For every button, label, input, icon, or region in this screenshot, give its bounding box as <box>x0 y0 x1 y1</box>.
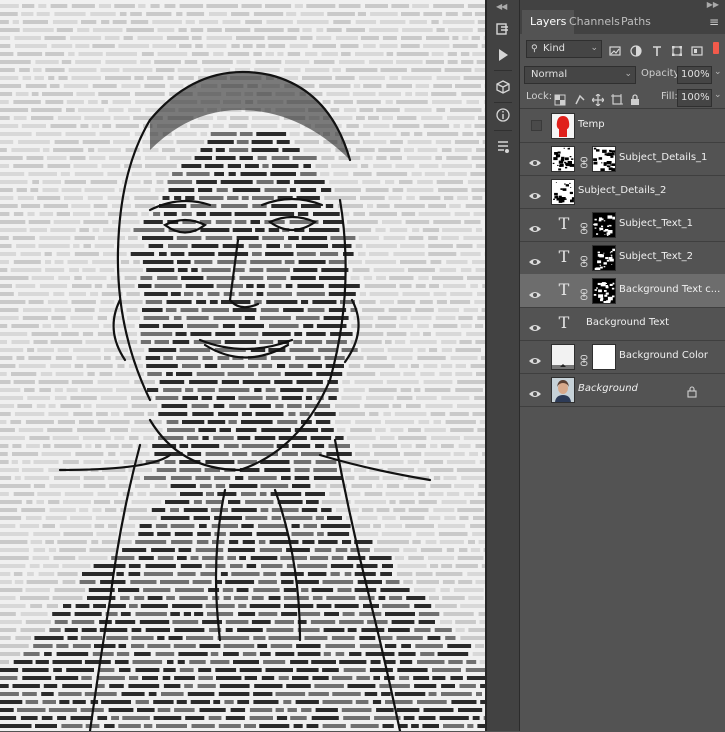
type-layer-icon: T <box>558 313 570 332</box>
history-icon[interactable] <box>491 18 515 40</box>
layer-name[interactable]: Subject_Details_2 <box>578 185 666 196</box>
layer-thumbnail <box>551 179 575 205</box>
layer-name[interactable]: Subject_Text_2 <box>619 251 693 262</box>
chain-link-icon[interactable] <box>580 285 588 300</box>
chain-link-icon[interactable] <box>580 219 588 234</box>
layer-row[interactable]: T Subject_Text_1 <box>520 208 725 242</box>
layer-name[interactable]: Background Text c... <box>619 284 720 295</box>
3d-cube-icon[interactable] <box>491 76 515 98</box>
fill-label: Fill: <box>661 91 678 102</box>
panel-icon-strip: ◀◀ <box>487 0 520 731</box>
properties-icon[interactable] <box>491 136 515 158</box>
visibility-toggle-empty[interactable] <box>531 120 542 131</box>
panel-top-bar: ▶▶ <box>520 0 725 10</box>
chain-link-icon[interactable] <box>580 153 588 168</box>
layer-name[interactable]: Background <box>578 383 638 394</box>
tab-paths[interactable]: Paths <box>613 10 659 34</box>
document-canvas[interactable] <box>0 0 485 731</box>
layer-thumbnail <box>551 113 575 139</box>
shape-filter-icon[interactable] <box>671 42 683 56</box>
filter-toggle-icon[interactable] <box>713 42 719 54</box>
layer-mask-thumbnail[interactable] <box>592 278 616 304</box>
chevron-down-icon: ⌄ <box>624 69 632 79</box>
layer-name[interactable]: Subject_Text_1 <box>619 218 693 229</box>
layer-row[interactable]: T Background Text c... <box>520 274 725 308</box>
eye-icon[interactable] <box>528 153 542 166</box>
blend-row: Normal ⌄ Opacity: 100% ⌄ <box>520 62 725 86</box>
panel-tabs: Layers Channels Paths ≡ <box>520 10 725 34</box>
type-filter-icon[interactable] <box>651 42 663 56</box>
lock-artboard-icon[interactable] <box>611 91 623 105</box>
filter-kind-select[interactable]: ⚲ Kind ⌄ <box>526 40 602 58</box>
eye-icon[interactable] <box>528 384 542 397</box>
search-icon: ⚲ <box>531 44 538 54</box>
type-layer-icon: T <box>558 280 570 299</box>
layer-row[interactable]: T Background Text <box>520 307 725 341</box>
layer-mask-thumbnail[interactable] <box>592 212 616 238</box>
blend-mode-select[interactable]: Normal ⌄ <box>524 66 636 84</box>
collapse-arrows-icon[interactable]: ▶▶ <box>707 0 719 9</box>
layer-row[interactable]: Background <box>520 373 725 407</box>
eye-icon[interactable] <box>528 219 542 232</box>
filter-row: ⚲ Kind ⌄ <box>520 34 725 62</box>
layer-row[interactable]: Subject_Details_1 <box>520 142 725 176</box>
layer-mask-thumbnail[interactable] <box>592 146 616 172</box>
lock-label: Lock: <box>526 91 553 102</box>
layer-thumbnail <box>551 377 575 403</box>
layers-panel: ▶▶ Layers Channels Paths ≡ ⚲ Kind ⌄ Norm… <box>520 0 725 731</box>
chain-link-icon[interactable] <box>580 351 588 366</box>
toolstrip-divider <box>494 130 512 131</box>
eye-icon[interactable] <box>528 318 542 331</box>
lock-transparent-icon[interactable] <box>554 91 566 106</box>
layer-name[interactable]: Background Color <box>619 350 708 361</box>
layers-list: Temp Subject_Details_1 Subject_Details_2 T S… <box>520 108 725 732</box>
opacity-field[interactable]: 100% <box>677 66 712 84</box>
info-icon[interactable] <box>491 104 515 126</box>
blend-mode-value: Normal <box>531 69 568 80</box>
eye-icon[interactable] <box>528 252 542 265</box>
toolstrip-divider <box>494 70 512 71</box>
smart-object-filter-icon[interactable] <box>691 42 703 56</box>
eye-icon[interactable] <box>528 186 542 199</box>
adjustment-filter-icon[interactable] <box>630 42 642 57</box>
type-layer-icon: T <box>558 247 570 266</box>
fill-field[interactable]: 100% <box>677 89 712 107</box>
layer-mask-thumbnail[interactable] <box>592 245 616 271</box>
layer-row[interactable]: T Subject_Text_2 <box>520 241 725 275</box>
fill-layer-thumbnail <box>551 344 575 370</box>
lock-image-icon[interactable] <box>574 91 586 105</box>
panel-menu-icon[interactable]: ≡ <box>709 15 719 29</box>
lock-position-icon[interactable] <box>591 91 605 107</box>
layer-row[interactable]: Subject_Details_2 <box>520 175 725 209</box>
eye-icon[interactable] <box>528 351 542 364</box>
layer-name[interactable]: Temp <box>578 119 605 130</box>
chevron-down-icon[interactable]: ⌄ <box>714 90 722 100</box>
play-icon[interactable] <box>491 44 515 66</box>
chevron-down-icon[interactable]: ⌄ <box>714 67 722 77</box>
collapse-arrows-icon[interactable]: ◀◀ <box>496 2 507 11</box>
text-portrait-artwork <box>0 4 485 731</box>
lock-icon <box>687 383 697 398</box>
opacity-label: Opacity: <box>641 68 683 79</box>
chain-link-icon[interactable] <box>580 252 588 267</box>
type-layer-icon: T <box>558 214 570 233</box>
layer-thumbnail <box>551 146 575 172</box>
filter-kind-label: Kind <box>543 43 566 54</box>
layer-name[interactable]: Subject_Details_1 <box>619 152 707 163</box>
eye-icon[interactable] <box>528 285 542 298</box>
layer-row[interactable]: Temp <box>520 109 725 143</box>
layer-row[interactable]: Background Color <box>520 340 725 374</box>
toolstrip-divider <box>494 102 512 103</box>
chevron-down-icon: ⌄ <box>590 43 598 53</box>
lock-all-icon[interactable] <box>629 91 641 105</box>
layer-mask-thumbnail[interactable] <box>592 344 616 370</box>
layer-name[interactable]: Background Text <box>586 317 669 328</box>
lock-row: Lock: Fill: 100% ⌄ <box>520 86 725 108</box>
pixel-filter-icon[interactable] <box>609 42 621 56</box>
